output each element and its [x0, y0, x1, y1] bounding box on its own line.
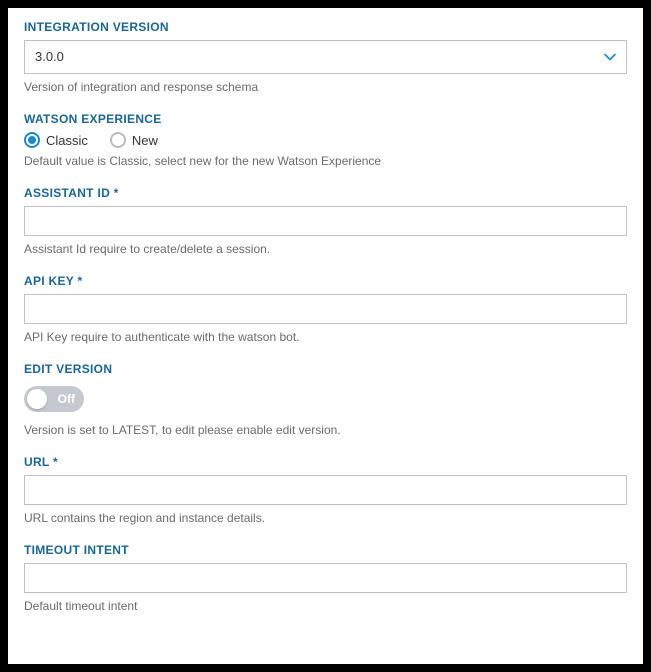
field-assistant-id: ASSISTANT ID * Assistant Id require to c… [24, 186, 627, 256]
config-panel: INTEGRATION VERSION 3.0.0 Version of int… [8, 8, 643, 664]
edit-version-label: EDIT VERSION [24, 362, 627, 376]
url-label: URL * [24, 455, 627, 469]
assistant-id-helper: Assistant Id require to create/delete a … [24, 242, 627, 256]
url-helper: URL contains the region and instance det… [24, 511, 627, 525]
assistant-id-input[interactable] [24, 206, 627, 236]
radio-classic[interactable]: Classic [24, 132, 88, 148]
radio-label: New [132, 133, 158, 148]
field-timeout-intent: TIMEOUT INTENT Default timeout intent [24, 543, 627, 613]
field-integration-version: INTEGRATION VERSION 3.0.0 Version of int… [24, 20, 627, 94]
api-key-label: API KEY * [24, 274, 627, 288]
toggle-knob-icon [27, 389, 47, 409]
field-watson-experience: WATSON EXPERIENCE Classic New Default va… [24, 112, 627, 168]
timeout-intent-label: TIMEOUT INTENT [24, 543, 627, 557]
integration-version-select[interactable]: 3.0.0 [24, 40, 627, 74]
assistant-id-label: ASSISTANT ID * [24, 186, 627, 200]
api-key-input[interactable] [24, 294, 627, 324]
radio-new[interactable]: New [110, 132, 158, 148]
radio-icon [110, 132, 126, 148]
integration-version-select-wrap: 3.0.0 [24, 40, 627, 74]
radio-label: Classic [46, 133, 88, 148]
watson-experience-radios: Classic New [24, 132, 627, 148]
timeout-intent-helper: Default timeout intent [24, 599, 627, 613]
timeout-intent-input[interactable] [24, 563, 627, 593]
api-key-helper: API Key require to authenticate with the… [24, 330, 627, 344]
field-edit-version: EDIT VERSION Off Version is set to LATES… [24, 362, 627, 437]
radio-icon [24, 132, 40, 148]
edit-version-helper: Version is set to LATEST, to edit please… [24, 423, 627, 437]
field-api-key: API KEY * API Key require to authenticat… [24, 274, 627, 344]
integration-version-helper: Version of integration and response sche… [24, 80, 627, 94]
integration-version-label: INTEGRATION VERSION [24, 20, 627, 34]
field-url: URL * URL contains the region and instan… [24, 455, 627, 525]
watson-experience-label: WATSON EXPERIENCE [24, 112, 627, 126]
edit-version-toggle[interactable]: Off [24, 386, 84, 412]
toggle-state-label: Off [58, 392, 75, 406]
url-input[interactable] [24, 475, 627, 505]
watson-experience-helper: Default value is Classic, select new for… [24, 154, 627, 168]
